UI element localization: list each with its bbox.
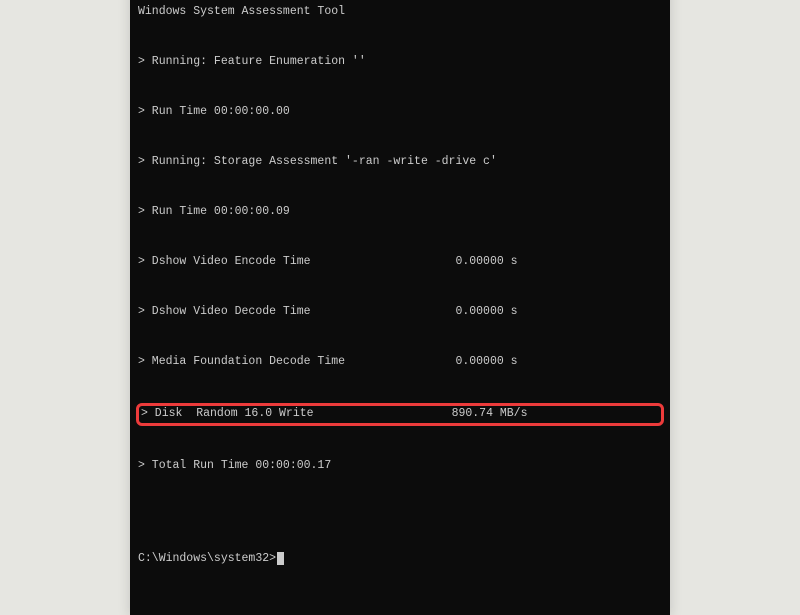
result-line: > Dshow Video Encode Time 0.00000 s bbox=[138, 254, 662, 271]
result-value: 890.74 MB/s bbox=[452, 406, 528, 423]
output-line: > Running: Feature Enumeration '' bbox=[138, 54, 662, 71]
cursor bbox=[277, 552, 284, 565]
prompt: C:\Windows\system32> bbox=[138, 552, 276, 565]
output-line: > Run Time 00:00:00.09 bbox=[138, 204, 662, 221]
blank-line bbox=[138, 508, 662, 518]
result-label: > Dshow Video Decode Time bbox=[138, 304, 455, 321]
result-line: > Media Foundation Decode Time 0.00000 s bbox=[138, 354, 662, 371]
output-line: > Run Time 00:00:00.00 bbox=[138, 104, 662, 121]
result-label: > Dshow Video Encode Time bbox=[138, 254, 455, 271]
output-line: > Running: Storage Assessment '-ran -wri… bbox=[138, 154, 662, 171]
result-label: > Media Foundation Decode Time bbox=[138, 354, 455, 371]
output-line: Windows System Assessment Tool bbox=[138, 4, 662, 21]
prompt-line: C:\Windows\system32> bbox=[138, 551, 662, 568]
result-value: 0.00000 s bbox=[455, 354, 517, 371]
result-value: 0.00000 s bbox=[455, 304, 517, 321]
output-line: > Total Run Time 00:00:00.17 bbox=[138, 458, 662, 475]
result-line: > Dshow Video Decode Time 0.00000 s bbox=[138, 304, 662, 321]
command-prompt-window: C:\ Administrator: Command Prompt C:\Win… bbox=[130, 0, 670, 615]
terminal-output[interactable]: C:\Windows\system32>winsat disk -ran -wr… bbox=[130, 0, 670, 615]
result-line: > Disk Random 16.0 Write 890.74 MB/s bbox=[141, 406, 659, 423]
result-label: > Disk Random 16.0 Write bbox=[141, 406, 452, 423]
highlighted-result: > Disk Random 16.0 Write 890.74 MB/s bbox=[136, 403, 664, 426]
result-value: 0.00000 s bbox=[455, 254, 517, 271]
